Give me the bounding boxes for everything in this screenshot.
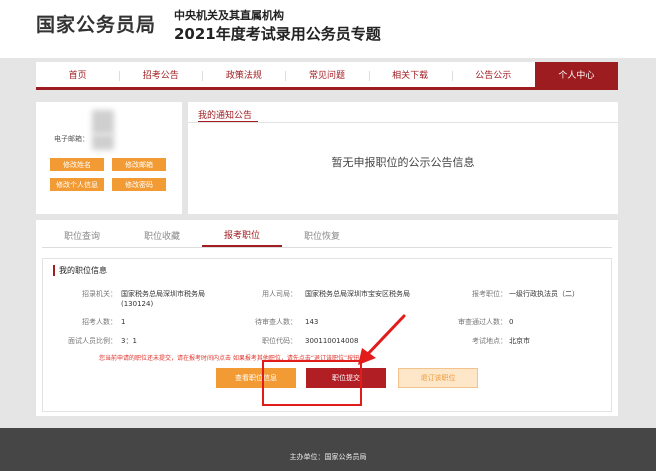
tab-position-search[interactable]: 职位查询 xyxy=(42,224,122,247)
annotation-arrow-icon xyxy=(358,314,406,365)
nav-item-policies[interactable]: 政策法规 xyxy=(202,62,285,87)
job-section-title: 我的职位信息 xyxy=(53,265,107,276)
edit-password-button[interactable]: 修改密码 xyxy=(112,178,166,191)
nav-item-personal-center[interactable]: 个人中心 xyxy=(534,62,618,87)
location-label: 考试地点： xyxy=(472,337,507,345)
pending-value: 143 xyxy=(305,318,319,326)
pending-label: 待审查人数： xyxy=(255,318,297,326)
profile-card: 电子邮箱： 修改姓名 修改邮箱 修改个人信息 修改密码 xyxy=(36,102,182,214)
header-subtitle: 中央机关及其直属机构 xyxy=(174,9,284,22)
approved-value: 0 xyxy=(509,318,514,326)
edit-info-button[interactable]: 修改个人信息 xyxy=(50,178,104,191)
ratio-label: 面试人员比例： xyxy=(68,337,117,345)
site-header: 国家公务员局 中央机关及其直属机构 2021年度考试录用公务员专题 xyxy=(0,0,656,58)
notice-title[interactable]: 我的通知公告 xyxy=(198,108,252,121)
notice-title-underline xyxy=(198,121,258,122)
tab-applied-position[interactable]: 报考职位 xyxy=(202,224,282,247)
unsubscribe-position-button[interactable]: 退订该职位 xyxy=(398,368,478,388)
position-label: 报考职位： xyxy=(472,290,507,298)
tab-position-favorites[interactable]: 职位收藏 xyxy=(122,224,202,247)
footer-host: 主办单位：国家公务员局 xyxy=(289,453,367,461)
edit-name-button[interactable]: 修改姓名 xyxy=(50,158,104,171)
email-label: 电子邮箱： xyxy=(54,135,89,143)
code-label: 职位代码： xyxy=(262,337,297,345)
notice-panel: 我的通知公告 暂无申报职位的公示公告信息 xyxy=(188,102,618,214)
site-logo[interactable]: 国家公务员局 xyxy=(36,10,156,37)
recruiting-org-value: 国家税务总局深圳市税务局(130124) xyxy=(121,290,205,308)
employer-label: 用人司局： xyxy=(262,290,297,298)
header-title: 2021年度考试录用公务员专题 xyxy=(174,25,381,43)
edit-email-button[interactable]: 修改邮箱 xyxy=(112,158,166,171)
tab-position-restore[interactable]: 职位恢复 xyxy=(282,224,362,247)
site-footer: 主办单位：国家公务员局 xyxy=(0,428,656,471)
highlight-box xyxy=(262,360,362,406)
nav-item-home[interactable]: 首页 xyxy=(36,62,119,87)
employer-value: 国家税务总局深圳市宝安区税务局 xyxy=(305,290,410,298)
nav-item-faq[interactable]: 常见问题 xyxy=(285,62,368,87)
nav-item-announcements[interactable]: 招考公告 xyxy=(119,62,202,87)
quota-value: 1 xyxy=(121,318,126,326)
position-value: 一级行政执法员（二） xyxy=(509,290,579,298)
position-tabs: 职位查询 职位收藏 报考职位 职位恢复 xyxy=(42,224,612,248)
recruiting-org-label: 招录机关： xyxy=(82,290,117,298)
ratio-value: 3：1 xyxy=(121,337,137,345)
nav-item-notices[interactable]: 公告公示 xyxy=(451,62,535,87)
approved-label: 审查通过人数： xyxy=(458,318,507,326)
email-redacted xyxy=(92,134,114,150)
main-nav: 首页 招考公告 政策法规 常见问题 相关下载 公告公示 个人中心 xyxy=(36,62,618,90)
avatar-redacted xyxy=(92,110,114,134)
notice-empty-message: 暂无申报职位的公示公告信息 xyxy=(331,156,475,169)
location-value: 北京市 xyxy=(509,337,530,345)
quota-label: 招考人数： xyxy=(82,318,117,326)
notice-divider xyxy=(188,122,618,123)
nav-item-downloads[interactable]: 相关下载 xyxy=(368,62,452,87)
